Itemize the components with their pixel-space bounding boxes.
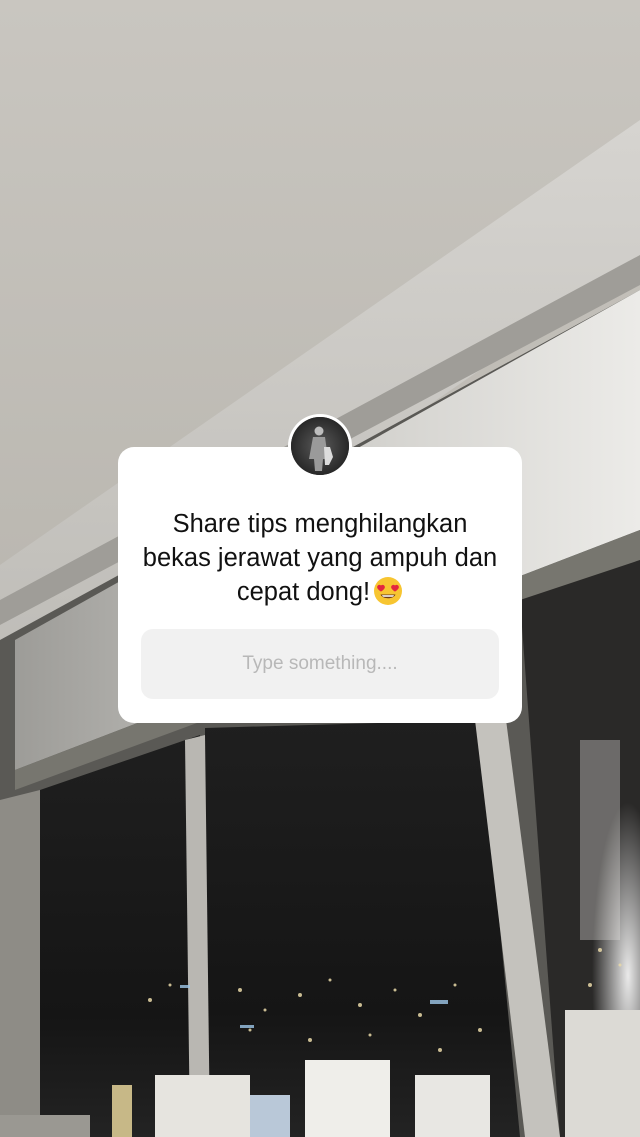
question-sticker: Share tips menghilangkan bekas jerawat y… xyxy=(118,447,522,723)
question-text: Share tips menghilangkan bekas jerawat y… xyxy=(118,507,522,615)
profile-avatar xyxy=(288,414,352,478)
heart-eyes-emoji-icon xyxy=(373,576,403,615)
answer-placeholder: Type something.... xyxy=(242,653,398,674)
question-label: Share tips menghilangkan bekas jerawat y… xyxy=(142,510,498,606)
avatar-photo xyxy=(291,417,349,475)
answer-input[interactable]: Type something.... xyxy=(141,629,499,699)
